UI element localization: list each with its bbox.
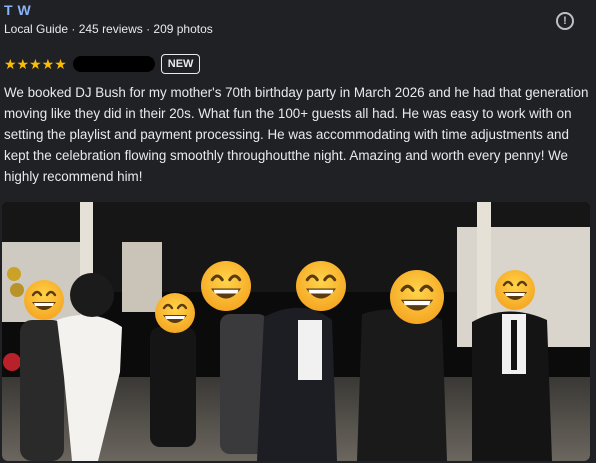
review-photo[interactable] — [2, 202, 590, 461]
reviewer-name[interactable]: T W — [4, 2, 31, 18]
exclamation-circle-icon: ! — [563, 15, 567, 27]
rating-row: ★★★★★ NEW — [4, 54, 201, 74]
report-button[interactable]: ! — [556, 12, 574, 30]
reviewer-meta: Local Guide · 245 reviews · 209 photos — [4, 22, 213, 36]
new-badge: NEW — [160, 54, 201, 74]
review-text: We booked DJ Bush for my mother's 70th b… — [4, 85, 589, 184]
redacted-date — [72, 56, 155, 72]
star-rating: ★★★★★ — [4, 56, 67, 72]
